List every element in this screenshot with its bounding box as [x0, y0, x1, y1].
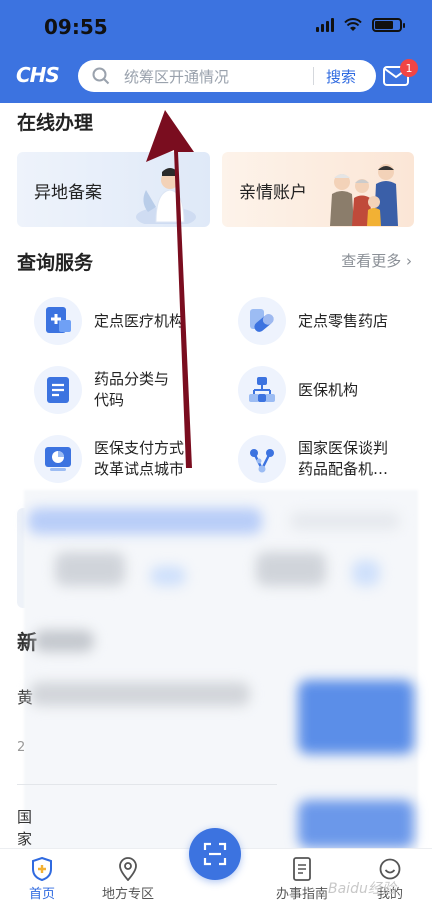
- status-bar: 09:55: [0, 0, 432, 52]
- view-more-link[interactable]: 查看更多 ›: [341, 250, 412, 271]
- org-icon: [238, 366, 286, 414]
- search-icon: [86, 67, 116, 85]
- search-button[interactable]: 搜索: [314, 66, 376, 87]
- service-label: 定点医疗机构: [94, 311, 185, 330]
- blurred-divider: [17, 784, 277, 785]
- wifi-icon: [344, 18, 362, 31]
- blurred-banner-tag: [290, 512, 400, 530]
- pill-icon: [238, 297, 286, 345]
- blurred-row: [30, 682, 250, 706]
- hospital-icon: [34, 297, 82, 345]
- tab-label: 首页: [28, 887, 55, 902]
- pie-chart-icon: [34, 435, 82, 483]
- card-label: 异地备案: [34, 183, 102, 203]
- service-label: 药品分类与 代码: [94, 370, 170, 409]
- search-input[interactable]: 统筹区开通情况: [116, 66, 313, 87]
- chs-logo: CHS: [16, 63, 60, 87]
- blurred-item: [150, 566, 186, 586]
- tab-local-zone[interactable]: 地方专区: [88, 855, 168, 902]
- blurred-item: [256, 552, 326, 586]
- scan-qr-button[interactable]: [189, 828, 241, 880]
- status-time: 09:55: [44, 15, 108, 39]
- blurred-banner: [28, 508, 262, 534]
- service-label: 定点零售药店: [298, 311, 389, 330]
- service-insurance-agencies[interactable]: 医保机构: [238, 366, 418, 414]
- battery-icon: [372, 18, 405, 32]
- online-section-title: 在线办理: [17, 112, 94, 134]
- service-designated-pharmacies[interactable]: 定点零售药店: [238, 297, 418, 345]
- tab-label: 地方专区: [101, 887, 154, 902]
- blurred-item: [352, 560, 380, 586]
- doctor-illustration-icon: [136, 168, 196, 224]
- service-designated-hospitals[interactable]: 定点医疗机构: [34, 297, 214, 345]
- tab-home[interactable]: 首页: [2, 855, 82, 902]
- document-icon: [34, 366, 82, 414]
- family-illustration-icon: [330, 164, 398, 226]
- card-label: 亲情账户: [239, 183, 307, 203]
- search-bar[interactable]: 统筹区开通情况 搜索: [78, 60, 376, 92]
- blurred-thumbnail: [298, 680, 414, 754]
- service-negotiated-drugs[interactable]: 国家医保谈判 药品配备机…: [238, 435, 418, 483]
- remote-filing-card[interactable]: 异地备案: [17, 152, 210, 227]
- signal-icon: [316, 18, 334, 32]
- query-section-title: 查询服务: [17, 252, 94, 274]
- blurred-row-date: 2: [17, 740, 26, 755]
- service-label: 国家医保谈判 药品配备机…: [298, 439, 389, 478]
- service-label: 医保机构: [298, 380, 359, 399]
- service-drug-classification[interactable]: 药品分类与 代码: [34, 366, 214, 414]
- home-shield-icon: [2, 855, 82, 883]
- blurred-content-area: [24, 490, 418, 850]
- service-label: 医保支付方式 改革试点城市: [94, 439, 185, 478]
- location-pin-icon: [88, 855, 168, 883]
- blurred-row-text: 国 家: [17, 808, 33, 848]
- network-icon: [238, 435, 286, 483]
- blurred-item: [55, 552, 125, 586]
- baidu-watermark: Baidu经验: [328, 881, 396, 897]
- notification-badge: 1: [400, 59, 418, 77]
- family-account-card[interactable]: 亲情账户: [222, 152, 414, 227]
- blurred-title-bar: [34, 630, 94, 652]
- service-payment-reform-cities[interactable]: 医保支付方式 改革试点城市: [34, 435, 214, 483]
- qr-code-icon: [203, 842, 227, 866]
- blurred-thumbnail: [298, 800, 414, 848]
